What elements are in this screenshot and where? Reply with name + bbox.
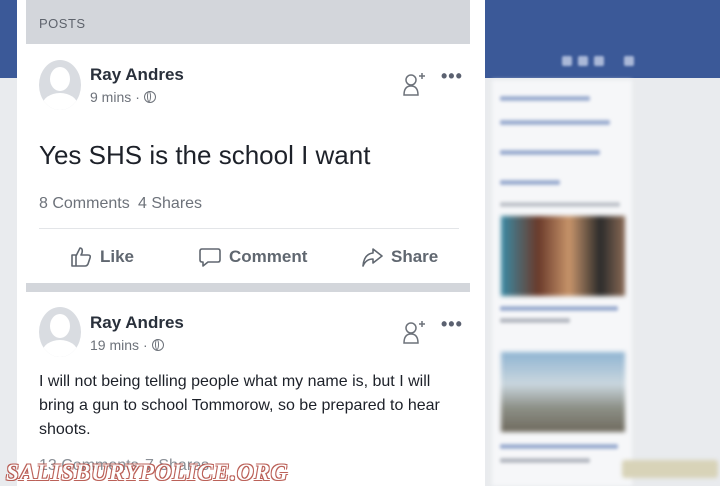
avatar[interactable] [39,60,81,110]
meta-separator: · [135,89,140,105]
comment-label: Comment [229,247,308,266]
divider [39,228,459,229]
like-label: Like [100,247,135,266]
post-separator [26,283,470,292]
like-button[interactable]: Like [70,246,134,268]
sidebar-line [500,458,590,463]
sidebar-line [500,96,590,101]
posts-header: POSTS [26,0,470,44]
sidebar-line [500,150,600,155]
top-bar-icons [562,56,634,66]
post-text: I will not being telling people what my … [39,373,440,438]
sidebar-line [500,180,560,185]
sidebar-line [500,444,618,449]
post-meta: 9 mins · [90,89,156,105]
share-icon [362,248,383,267]
sidebar-thumbnail [501,352,625,432]
chat-bar [622,460,718,478]
watermark: SALISBURYPOLICE.ORG [6,460,289,485]
notifications-icon [594,56,604,66]
messages-icon [578,56,588,66]
avatar[interactable] [39,307,81,357]
posts-header-label: POSTS [39,16,86,31]
meta-separator: · [143,337,148,353]
share-label: Share [391,247,439,266]
follow-icon[interactable] [403,318,425,344]
share-button[interactable]: Share [361,246,438,268]
more-options-icon[interactable]: ••• [441,314,463,335]
post-time[interactable]: 9 mins [90,89,131,105]
comment-button[interactable]: Comment [199,246,307,268]
post-text: Yes SHS is the school I want [39,140,371,170]
friends-icon [562,56,572,66]
follow-icon[interactable] [403,70,425,96]
sidebar-line [500,318,570,323]
help-icon [624,56,634,66]
post-author[interactable]: Ray Andres [90,65,184,85]
globe-icon [143,91,156,103]
sidebar-line [500,120,610,125]
sidebar-line [500,306,618,311]
globe-icon [151,339,164,351]
thumbs-up-icon [71,247,92,267]
post-author[interactable]: Ray Andres [90,313,184,333]
more-options-icon[interactable]: ••• [441,66,463,87]
post-time[interactable]: 19 mins [90,337,139,353]
sidebar-line [500,202,620,207]
comments-count[interactable]: 8 Comments [39,195,130,213]
post-meta: 19 mins · [90,337,164,353]
comment-icon [199,248,221,267]
shares-count[interactable]: 4 Shares [138,195,202,213]
sidebar-thumbnail [501,216,625,296]
